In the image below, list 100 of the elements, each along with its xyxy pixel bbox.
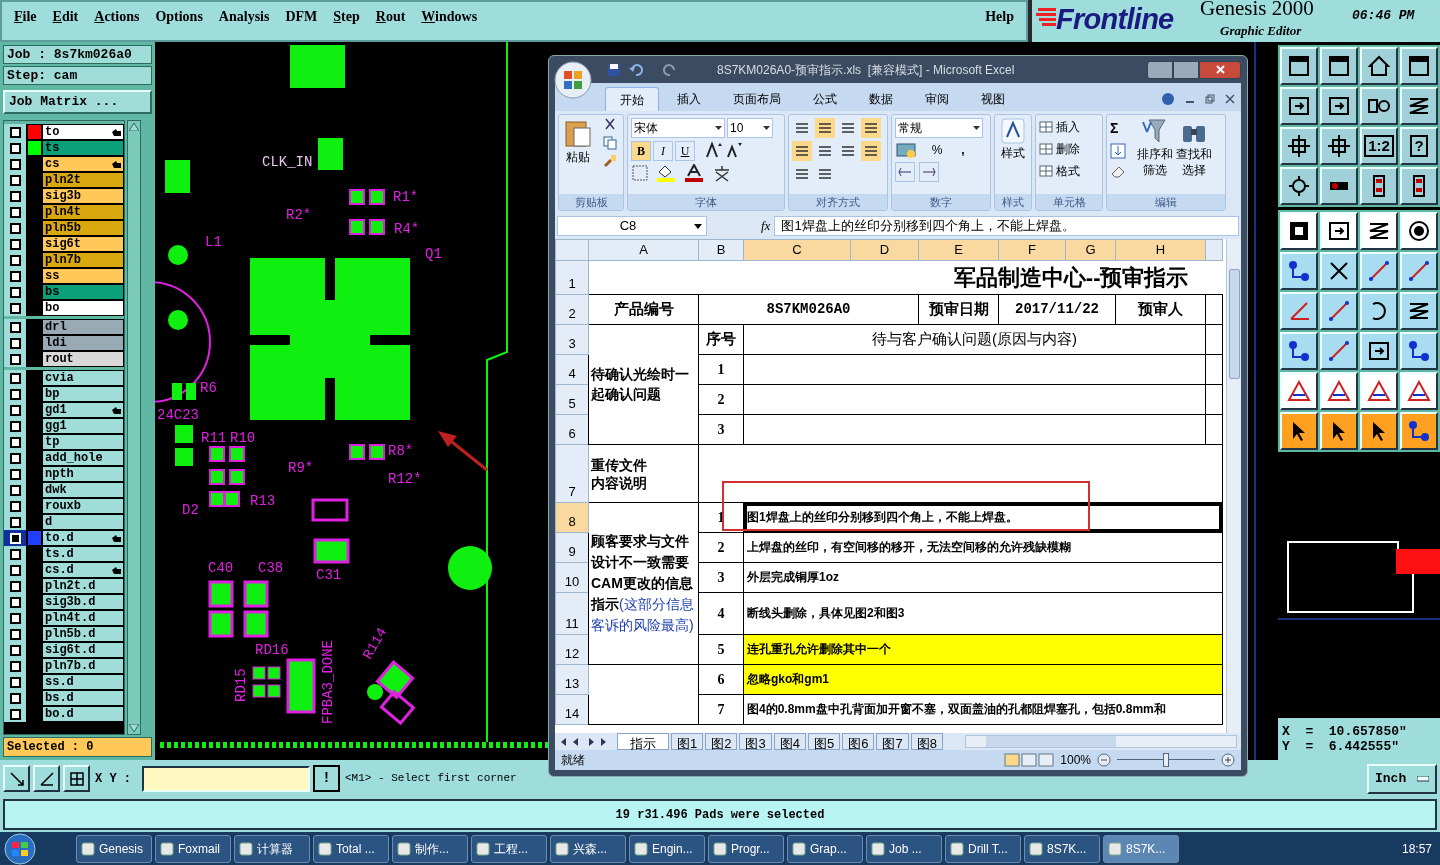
layer-row[interactable]: ss.d [42, 674, 124, 690]
tool-button[interactable] [1280, 292, 1318, 330]
layer-row[interactable]: gd1 [42, 402, 124, 418]
formula-field[interactable]: 图1焊盘上的丝印分别移到四个角上，不能上焊盘。 [774, 216, 1239, 236]
layer-row[interactable]: bs.d [42, 690, 124, 706]
tool-button[interactable] [1400, 47, 1438, 85]
layer-row[interactable]: d [42, 514, 124, 530]
format-button[interactable]: U [675, 141, 695, 161]
help-icon[interactable] [1161, 92, 1175, 106]
tool-button[interactable] [1320, 332, 1358, 370]
taskbar-item[interactable]: 计算器 [234, 834, 310, 863]
toolbar-button[interactable] [33, 765, 60, 792]
tool-button[interactable] [1400, 412, 1438, 450]
name-box[interactable]: C8 [557, 216, 707, 236]
layer-row[interactable]: sig6t [42, 236, 124, 252]
tool-button[interactable] [1280, 412, 1318, 450]
layer-row[interactable]: sig6t.d [42, 642, 124, 658]
grow-font-icon[interactable] [705, 141, 723, 159]
tool-button[interactable] [1360, 87, 1398, 125]
taskbar-item[interactable]: 8S7K... [1024, 834, 1100, 863]
confirm-button[interactable]: ! [313, 765, 340, 792]
sheet-tab[interactable]: 图6 [842, 733, 875, 750]
sheet-tab[interactable]: 图3 [739, 733, 772, 750]
taskbar-item[interactable]: Engin... [629, 834, 705, 863]
ribbon-tab[interactable]: 页面布局 [719, 87, 795, 111]
align-icon[interactable] [792, 141, 812, 161]
vertical-scrollbar[interactable] [1226, 239, 1241, 733]
tool-button[interactable] [1400, 332, 1438, 370]
percent-button[interactable]: % [927, 141, 947, 159]
row-header[interactable]: 14 [555, 694, 589, 724]
layer-checkbox[interactable] [4, 562, 26, 578]
fill-down-icon[interactable] [1110, 143, 1126, 159]
row-header[interactable]: 11 [555, 592, 589, 634]
tool-button[interactable] [1400, 167, 1438, 205]
toolbar-button[interactable] [63, 765, 90, 792]
row-header[interactable]: 13 [555, 664, 589, 694]
tool-button[interactable] [1320, 252, 1358, 290]
layer-checkbox[interactable] [4, 220, 26, 236]
styles-button[interactable]: 样式 [998, 118, 1028, 162]
align-icon[interactable] [815, 118, 835, 138]
layer-checkbox[interactable] [4, 706, 26, 722]
layer-checkbox[interactable] [4, 450, 26, 466]
layer-checkbox[interactable] [4, 351, 26, 367]
layer-checkbox[interactable] [4, 300, 26, 316]
function-label[interactable]: fx [761, 216, 771, 236]
row-header[interactable]: 3 [555, 324, 589, 354]
taskbar-item[interactable]: Total ... [313, 834, 389, 863]
increase-decimal-icon[interactable] [895, 162, 915, 182]
column-header[interactable]: G [1065, 239, 1116, 260]
taskbar-item[interactable]: Grap... [787, 834, 863, 863]
tool-button[interactable] [1280, 212, 1318, 250]
xy-input-field[interactable] [142, 765, 310, 792]
layer-row[interactable]: pln4t [42, 204, 124, 220]
font-size-field[interactable]: 10 [727, 118, 773, 138]
menu-item[interactable]: Edit [52, 6, 79, 27]
close-icon[interactable] [1225, 94, 1235, 104]
autosum-button[interactable]: Σ [1110, 118, 1134, 139]
row-header[interactable]: 4 [555, 354, 589, 384]
scroll-down-icon[interactable] [129, 724, 139, 732]
scroll-up-icon[interactable] [129, 123, 139, 131]
layer-row[interactable]: ts [42, 140, 124, 156]
font-color-icon[interactable] [683, 164, 705, 182]
row-header[interactable]: 10 [555, 562, 589, 592]
toolbar-button[interactable] [3, 765, 30, 792]
layer-row[interactable]: gg1 [42, 418, 124, 434]
tool-button[interactable]: 1:2 [1360, 127, 1398, 165]
ribbon-tab[interactable]: 插入 [663, 87, 715, 111]
layer-checkbox[interactable] [4, 386, 26, 402]
zoom-in-icon[interactable] [1221, 753, 1235, 767]
layer-checkbox[interactable] [4, 319, 26, 335]
layer-checkbox[interactable] [4, 626, 26, 642]
tool-button[interactable] [1320, 412, 1358, 450]
layer-checkbox[interactable] [4, 156, 26, 172]
tool-button[interactable] [1400, 87, 1438, 125]
tool-button[interactable] [1400, 372, 1438, 410]
menu-item[interactable]: Step [333, 6, 360, 27]
layer-row[interactable]: cs.d [42, 562, 124, 578]
layer-row[interactable]: tp [42, 434, 124, 450]
format-button[interactable]: I [653, 141, 673, 161]
row-header[interactable]: 12 [555, 634, 589, 664]
sheet-tab[interactable]: 图5 [807, 733, 841, 750]
row-header[interactable]: 7 [555, 444, 589, 502]
column-header[interactable]: F [998, 239, 1066, 260]
tool-button[interactable] [1360, 372, 1398, 410]
tool-button[interactable] [1360, 212, 1398, 250]
tool-button[interactable] [1360, 292, 1398, 330]
layer-checkbox[interactable] [4, 252, 26, 268]
column-header[interactable]: A [588, 239, 699, 260]
tool-button[interactable] [1320, 167, 1358, 205]
row-header[interactable]: 9 [555, 532, 589, 562]
sheet-tab[interactable]: 指示 [617, 733, 669, 750]
tool-button[interactable] [1360, 332, 1398, 370]
number-format-field[interactable]: 常规 [895, 118, 983, 138]
ribbon-tab[interactable]: 视图 [967, 87, 1019, 111]
sheet-tab[interactable]: 图4 [773, 733, 806, 750]
tool-button[interactable]: ? [1400, 127, 1438, 165]
layer-row[interactable]: cs [42, 156, 124, 172]
layer-row[interactable]: sig3b.d [42, 594, 124, 610]
row-header[interactable]: 2 [555, 294, 589, 324]
layer-row[interactable]: sig3b [42, 188, 124, 204]
